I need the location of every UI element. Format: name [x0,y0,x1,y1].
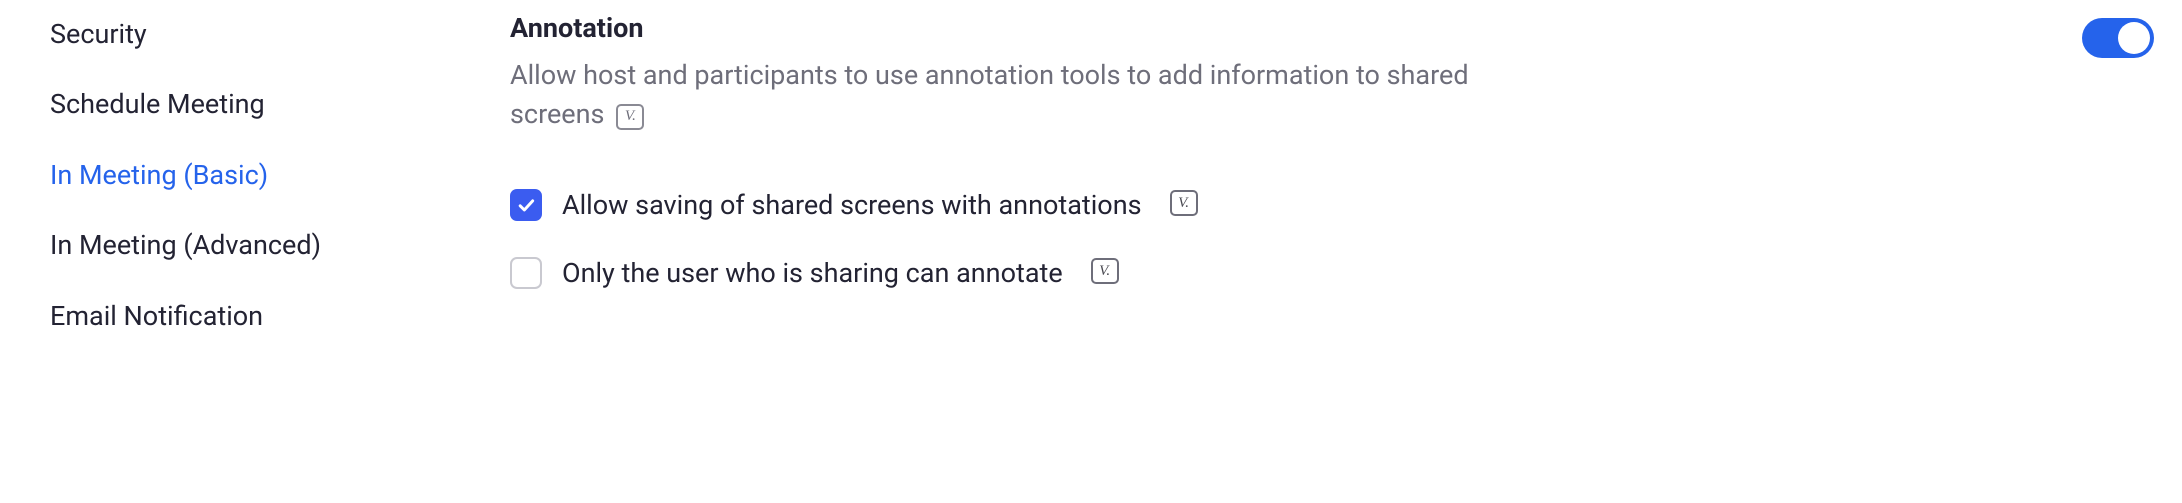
info-badge-icon[interactable]: V. [1091,258,1119,284]
info-badge-icon[interactable]: V. [1170,190,1198,216]
sidebar-item-in-meeting-advanced[interactable]: In Meeting (Advanced) [50,229,321,261]
setting-title: Annotation [510,12,1540,44]
checkbox-allow-saving[interactable] [510,189,542,221]
sidebar-item-email-notification[interactable]: Email Notification [50,300,321,332]
setting-description-row: Allow host and participants to use annot… [510,56,1540,134]
annotation-toggle[interactable] [2082,18,2154,58]
option-label-only-sharer: Only the user who is sharing can annotat… [562,257,1063,289]
setting-panel: Annotation Allow host and participants t… [510,12,1540,289]
option-only-sharer: Only the user who is sharing can annotat… [510,257,1540,289]
checkbox-only-sharer[interactable] [510,257,542,289]
option-allow-saving: Allow saving of shared screens with anno… [510,189,1540,221]
settings-sidebar: Security Schedule Meeting In Meeting (Ba… [50,18,321,332]
option-label-allow-saving: Allow saving of shared screens with anno… [562,189,1142,221]
info-badge-icon[interactable]: V. [616,104,644,130]
sidebar-item-in-meeting-basic[interactable]: In Meeting (Basic) [50,159,321,191]
sidebar-item-security[interactable]: Security [50,18,321,50]
checkmark-icon [516,195,536,215]
setting-description: Allow host and participants to use annot… [510,59,1469,130]
setting-options: Allow saving of shared screens with anno… [510,189,1540,289]
toggle-knob [2118,22,2150,54]
sidebar-item-schedule-meeting[interactable]: Schedule Meeting [50,88,321,120]
